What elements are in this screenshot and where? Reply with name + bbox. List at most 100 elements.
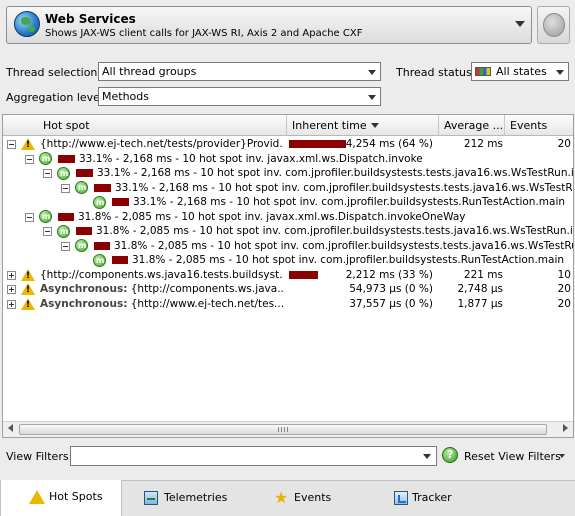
- view-filters-input[interactable]: [70, 446, 437, 466]
- inherent-time: 37,557 µs (0 %): [349, 297, 433, 310]
- chevron-down-icon[interactable]: [559, 454, 565, 458]
- warning-icon: !: [21, 283, 35, 295]
- column-hot-spot[interactable]: Hot spot: [3, 115, 287, 136]
- collapse-icon[interactable]: [61, 183, 70, 193]
- table-header: Hot spot Inherent time Average ... Event…: [3, 115, 573, 136]
- event-count: 20: [557, 138, 571, 150]
- average-time: 221 ms: [463, 268, 503, 281]
- hot-spots-table: Hot spot Inherent time Average ... Event…: [2, 114, 574, 438]
- table-row[interactable]: m 31.8% - 2,085 ms - 10 hot spot inv. com…: [3, 253, 573, 268]
- table-row[interactable]: ! {http://www.ej-tech.net/tests/provider}…: [3, 137, 573, 152]
- inherent-time: 2,212 ms (33 %): [345, 268, 433, 281]
- view-selector[interactable]: Web Services Shows JAX-WS client calls f…: [6, 6, 532, 44]
- table-row[interactable]: ! Asynchronous: {http://www.ej-tech.net/t…: [3, 297, 573, 312]
- table-row[interactable]: m 31.8% - 2,085 ms - 10 hot spot inv. jav…: [3, 210, 573, 225]
- warning-icon: [29, 490, 45, 504]
- method-icon: m: [39, 210, 52, 223]
- method-icon: m: [93, 195, 106, 209]
- warning-icon: !: [21, 297, 35, 310]
- tab-label: Tracker: [412, 491, 452, 504]
- expand-icon[interactable]: [7, 299, 16, 309]
- percent-bar: [76, 169, 93, 177]
- thread-selection-combo[interactable]: All thread groups: [98, 62, 381, 81]
- async-prefix: Asynchronous:: [40, 297, 128, 310]
- table-row[interactable]: m 33.1% - 2,168 ms - 10 hot spot inv. com…: [3, 181, 573, 196]
- collapse-icon[interactable]: [43, 227, 52, 236]
- scrollbar-thumb[interactable]: [19, 424, 547, 435]
- thread-selection-label: Thread selection:: [6, 66, 102, 79]
- collapse-icon[interactable]: [25, 154, 34, 164]
- scroll-right-icon[interactable]: [563, 424, 568, 432]
- hot-spot-name: {http://www.ej-tech.net/tests/provider}P…: [40, 138, 283, 150]
- average-time: 212 ms: [463, 138, 503, 150]
- call-tree-text: 33.1% - 2,168 ms - 10 hot spot inv. com.…: [133, 196, 566, 208]
- expand-icon[interactable]: [7, 285, 16, 294]
- aggregation-label: Aggregation level:: [6, 91, 107, 104]
- call-tree-text: 31.8% - 2,085 ms - 10 hot spot inv. com.…: [132, 254, 565, 266]
- chevron-down-icon[interactable]: [423, 454, 431, 459]
- tracker-icon: [394, 491, 408, 505]
- tab-label: Telemetries: [164, 491, 228, 504]
- hot-spot-name: Asynchronous: {http://components.ws.java…: [40, 283, 283, 295]
- reset-filters-icon[interactable]: [442, 447, 458, 463]
- event-count: 20: [557, 297, 571, 310]
- reset-view-filters-button[interactable]: Reset View Filters: [464, 450, 561, 463]
- percent-bar: [94, 241, 110, 250]
- thread-selection-value: All thread groups: [102, 65, 197, 78]
- view-subtitle: Shows JAX-WS client calls for JAX-WS RI,…: [45, 28, 363, 39]
- method-icon: m: [75, 181, 88, 194]
- aggregation-combo[interactable]: Methods: [98, 87, 381, 106]
- column-average[interactable]: Average ...: [439, 115, 505, 136]
- table-row[interactable]: m 31.8% - 2,085 ms - 10 hot spot inv. com…: [3, 239, 573, 254]
- method-icon: m: [57, 166, 70, 180]
- percent-bar: [58, 212, 74, 221]
- collapse-icon[interactable]: [43, 169, 52, 178]
- time-bar: [289, 270, 318, 279]
- column-events[interactable]: Events: [505, 115, 573, 136]
- call-tree-text: 33.1% - 2,168 ms - 10 hot spot inv. java…: [79, 152, 423, 165]
- warning-icon: !: [21, 268, 35, 281]
- collapse-icon[interactable]: [25, 212, 34, 222]
- chevron-down-icon: [368, 95, 376, 100]
- table-row[interactable]: m 33.1% - 2,168 ms - 10 hot spot inv. jav…: [3, 152, 573, 167]
- call-tree-text: 33.1% - 2,168 ms - 10 hot spot inv. com.…: [115, 181, 573, 194]
- aggregation-value: Methods: [102, 90, 149, 103]
- call-tree-text: 31.8% - 2,085 ms - 10 hot spot inv. com.…: [96, 225, 573, 237]
- hot-spot-name: Asynchronous: {http://www.ej-tech.net/te…: [40, 298, 283, 310]
- column-inherent-time-label: Inherent time: [292, 119, 367, 132]
- view-tabs: Hot Spots Telemetries ★ Events Tracker: [0, 480, 575, 516]
- globe-icon: [14, 11, 40, 37]
- hot-spot-text: {http://www.ej-tech.net/tests/provider}P…: [40, 138, 283, 150]
- star-icon: ★: [274, 488, 289, 507]
- table-row[interactable]: m 31.8% - 2,085 ms - 10 hot spot inv. com…: [3, 224, 573, 239]
- method-icon: m: [75, 239, 88, 252]
- table-row[interactable]: ! Asynchronous: {http://components.ws.jav…: [3, 282, 573, 297]
- table-row[interactable]: m 33.1% - 2,168 ms - 10 hot spot inv. com…: [3, 166, 573, 181]
- method-icon: m: [39, 152, 52, 165]
- tab-hot-spots[interactable]: Hot Spots: [0, 480, 122, 516]
- collapse-icon[interactable]: [61, 241, 70, 251]
- table-row[interactable]: ! {http://components.ws.java16.tests.buil…: [3, 268, 573, 283]
- chevron-down-icon[interactable]: [515, 21, 525, 27]
- tab-telemetries[interactable]: Telemetries: [122, 481, 244, 516]
- collapse-icon[interactable]: [7, 140, 16, 149]
- async-prefix: Asynchronous:: [40, 283, 128, 295]
- event-count: 20: [557, 283, 571, 295]
- table-row[interactable]: m 33.1% - 2,168 ms - 10 hot spot inv. com…: [3, 195, 573, 210]
- tab-events[interactable]: ★ Events: [244, 481, 366, 516]
- inherent-time: 54,973 µs (0 %): [349, 283, 433, 295]
- horizontal-scrollbar[interactable]: [3, 421, 573, 437]
- thread-status-combo[interactable]: All states: [471, 62, 569, 81]
- options-button[interactable]: [537, 6, 570, 44]
- scroll-left-icon[interactable]: [8, 424, 13, 432]
- view-title: Web Services: [45, 12, 136, 26]
- expand-icon[interactable]: [7, 270, 16, 280]
- chevron-down-icon: [368, 70, 376, 75]
- inherent-time: 4,254 ms (64 %): [345, 138, 433, 150]
- hot-spot-text: {http://components.ws.java16.tests.build…: [40, 268, 283, 281]
- column-inherent-time[interactable]: Inherent time: [287, 115, 439, 136]
- chevron-down-icon: [556, 70, 564, 75]
- circle-icon: [543, 13, 565, 37]
- tab-tracker[interactable]: Tracker: [366, 481, 488, 516]
- tab-label: Hot Spots: [49, 490, 103, 503]
